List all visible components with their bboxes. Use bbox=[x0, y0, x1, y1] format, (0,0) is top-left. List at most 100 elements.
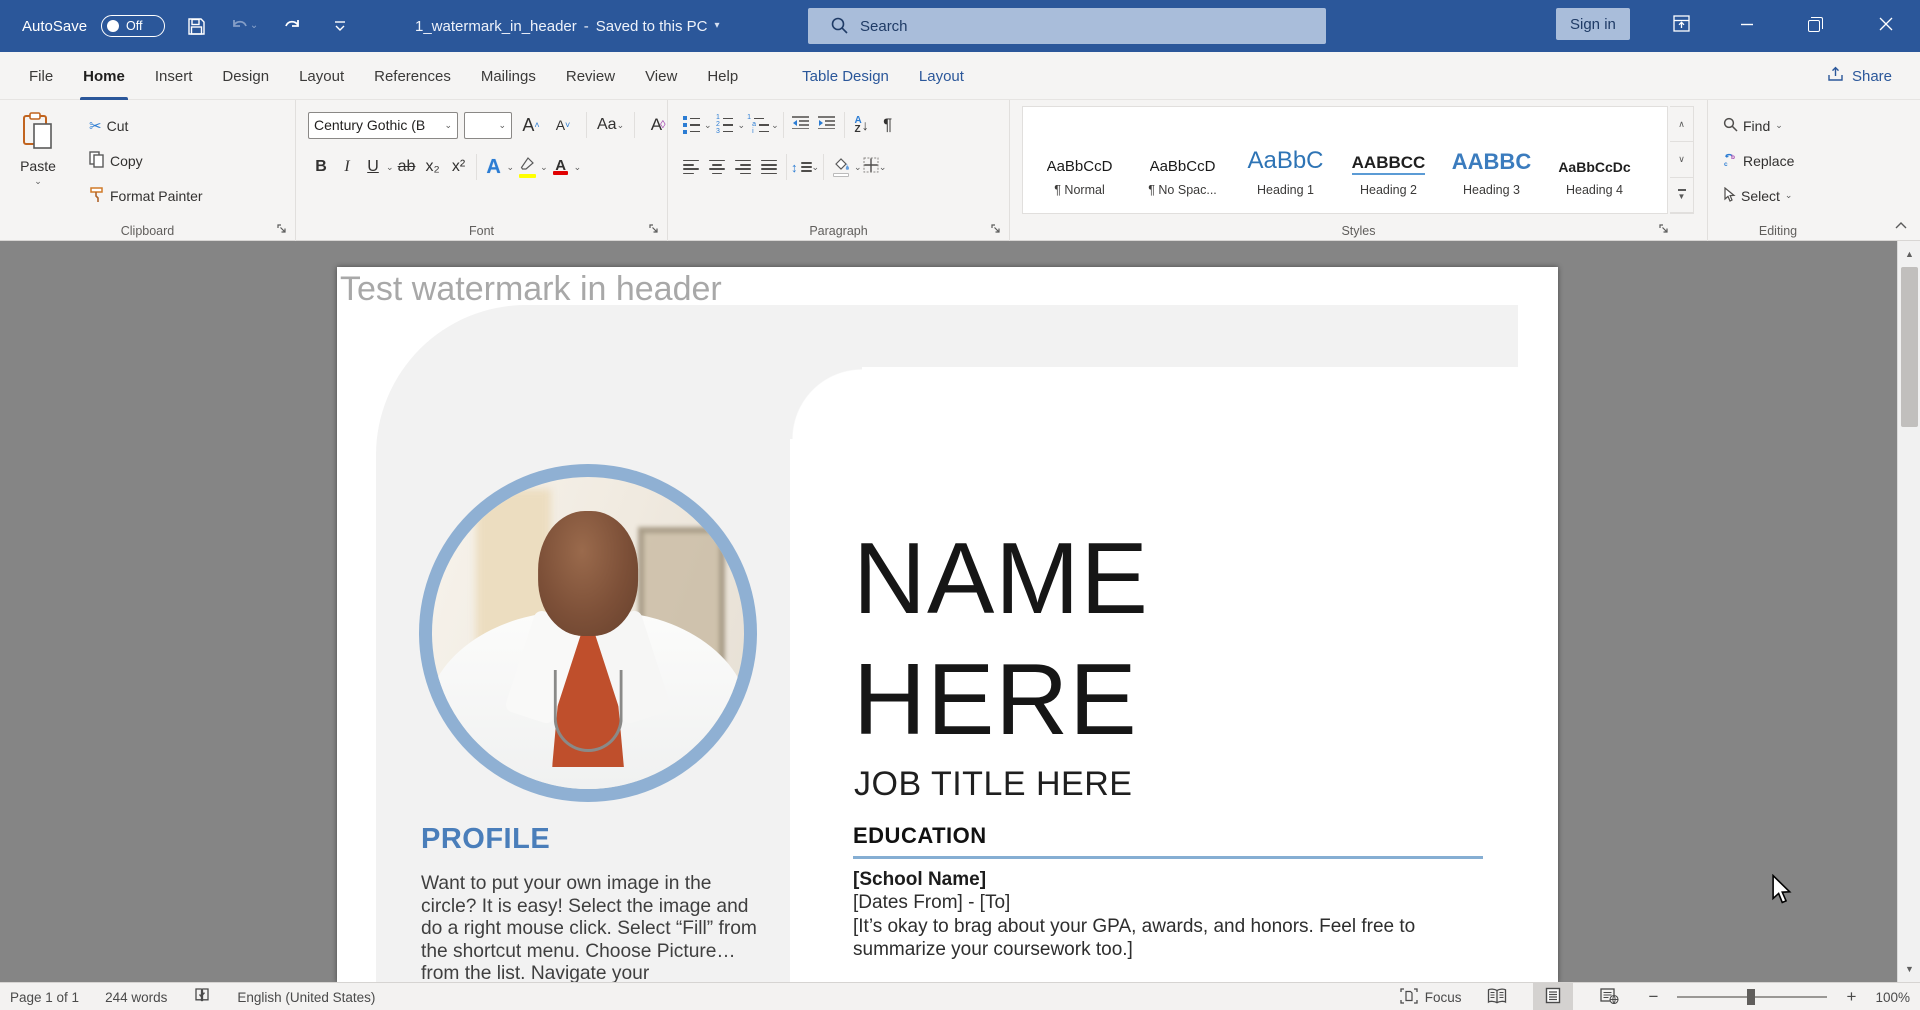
align-right-button[interactable] bbox=[730, 152, 756, 182]
text-effects-dropdown-icon[interactable]: ⌄ bbox=[507, 163, 515, 172]
shading-dropdown-icon[interactable]: ⌄ bbox=[854, 163, 862, 172]
tab-table-layout[interactable]: Layout bbox=[904, 52, 979, 100]
customize-quick-access-button[interactable] bbox=[323, 9, 357, 43]
bold-button[interactable]: B bbox=[308, 152, 334, 182]
search-box[interactable] bbox=[808, 8, 1326, 44]
paragraph-dialog-launcher[interactable] bbox=[989, 222, 1004, 237]
tab-insert[interactable]: Insert bbox=[140, 52, 208, 100]
superscript-button[interactable]: x² bbox=[446, 152, 472, 182]
bullets-dropdown-icon[interactable]: ⌄ bbox=[704, 121, 712, 130]
close-button[interactable] bbox=[1861, 0, 1911, 52]
underline-button[interactable]: U bbox=[360, 152, 386, 182]
styles-scroll-down-button[interactable]: ∨ bbox=[1670, 142, 1693, 177]
sort-button[interactable]: AZ↓ bbox=[849, 110, 875, 140]
styles-more-button[interactable]: ▼ bbox=[1670, 178, 1693, 213]
strikethrough-button[interactable]: ab bbox=[394, 152, 420, 182]
name-heading[interactable]: NAME HERE bbox=[853, 519, 1149, 761]
education-dates[interactable]: [Dates From] - [To] bbox=[853, 892, 1010, 914]
sign-in-button[interactable]: Sign in bbox=[1556, 8, 1630, 40]
text-effects-button[interactable]: A bbox=[481, 152, 507, 182]
shading-button[interactable] bbox=[828, 152, 854, 182]
focus-mode-button[interactable]: Focus bbox=[1400, 988, 1462, 1007]
copy-button[interactable]: Copy bbox=[84, 143, 208, 178]
bullets-button[interactable] bbox=[678, 110, 704, 140]
justify-button[interactable] bbox=[756, 152, 782, 182]
font-name-combo[interactable]: Century Gothic (B ⌄ bbox=[308, 112, 458, 139]
document-title[interactable]: 1_watermark_in_header - Saved to this PC… bbox=[415, 0, 720, 52]
ribbon-display-options-button[interactable] bbox=[1656, 0, 1706, 52]
tab-home[interactable]: Home bbox=[68, 52, 140, 100]
print-layout-button[interactable] bbox=[1533, 983, 1573, 1010]
tab-mailings[interactable]: Mailings bbox=[466, 52, 551, 100]
style-no-spacing[interactable]: AaBbCcD ¶ No Spac... bbox=[1132, 113, 1233, 205]
zoom-in-button[interactable]: + bbox=[1843, 987, 1859, 1007]
zoom-out-button[interactable]: − bbox=[1645, 987, 1661, 1007]
collapse-ribbon-button[interactable] bbox=[1890, 216, 1912, 234]
multilevel-list-button[interactable]: 1ai bbox=[745, 110, 771, 140]
italic-button[interactable]: I bbox=[334, 152, 360, 182]
header-watermark-text[interactable]: Test watermark in header bbox=[340, 270, 722, 309]
increase-indent-button[interactable] bbox=[814, 110, 840, 140]
tab-review[interactable]: Review bbox=[551, 52, 630, 100]
style-heading-4[interactable]: AaBbCcDc Heading 4 bbox=[1544, 113, 1645, 205]
multilevel-dropdown-icon[interactable]: ⌄ bbox=[771, 121, 779, 130]
page-indicator[interactable]: Page 1 of 1 bbox=[10, 990, 79, 1005]
styles-dialog-launcher[interactable] bbox=[1657, 222, 1672, 237]
style-heading-2[interactable]: AABBCC Heading 2 bbox=[1338, 113, 1439, 205]
scrollbar-thumb[interactable] bbox=[1901, 267, 1918, 427]
shrink-font-button[interactable]: A˅ bbox=[550, 110, 576, 140]
document-page[interactable]: Test watermark in header PROFILE Want to… bbox=[337, 267, 1558, 982]
format-painter-button[interactable]: Format Painter bbox=[84, 178, 208, 213]
profile-photo[interactable] bbox=[419, 464, 757, 802]
vertical-scrollbar[interactable]: ▲ ▼ bbox=[1897, 241, 1920, 982]
change-case-button[interactable]: Aa⌄ bbox=[597, 110, 624, 140]
education-body-text[interactable]: [It’s okay to brag about your GPA, award… bbox=[853, 915, 1478, 961]
save-button[interactable] bbox=[179, 9, 213, 43]
subscript-button[interactable]: x₂ bbox=[420, 152, 446, 182]
read-mode-button[interactable] bbox=[1477, 983, 1517, 1010]
tab-references[interactable]: References bbox=[359, 52, 466, 100]
align-left-button[interactable] bbox=[678, 152, 704, 182]
tab-table-design[interactable]: Table Design bbox=[787, 52, 904, 100]
font-size-combo[interactable]: ⌄ bbox=[464, 112, 512, 139]
education-school[interactable]: [School Name] bbox=[853, 869, 986, 891]
decrease-indent-button[interactable] bbox=[788, 110, 814, 140]
replace-button[interactable]: bc Replace bbox=[1718, 143, 1799, 178]
numbering-dropdown-icon[interactable]: ⌄ bbox=[738, 121, 746, 130]
search-input[interactable] bbox=[860, 18, 1240, 35]
highlight-button[interactable] bbox=[514, 152, 540, 182]
grow-font-button[interactable]: A˄ bbox=[518, 110, 544, 140]
numbering-button[interactable]: 123 bbox=[712, 110, 738, 140]
cut-button[interactable]: ✂ Cut bbox=[84, 108, 208, 143]
profile-heading[interactable]: PROFILE bbox=[421, 823, 550, 856]
profile-body-text[interactable]: Want to put your own image in the circle… bbox=[421, 873, 769, 982]
font-color-button[interactable]: A bbox=[548, 152, 574, 182]
zoom-slider[interactable] bbox=[1677, 996, 1827, 998]
share-button[interactable]: Share bbox=[1827, 52, 1892, 100]
paste-button[interactable]: Paste ⌄ bbox=[10, 108, 66, 214]
language-indicator[interactable]: English (United States) bbox=[237, 990, 375, 1005]
underline-dropdown-icon[interactable]: ⌄ bbox=[386, 163, 394, 172]
job-title-text[interactable]: JOB TITLE HERE bbox=[854, 765, 1132, 804]
tab-view[interactable]: View bbox=[630, 52, 692, 100]
clipboard-dialog-launcher[interactable] bbox=[275, 222, 290, 237]
web-layout-button[interactable] bbox=[1589, 983, 1629, 1010]
education-heading[interactable]: EDUCATION bbox=[853, 823, 987, 849]
undo-button[interactable]: ⌄ bbox=[227, 9, 261, 43]
font-dialog-launcher[interactable] bbox=[647, 222, 662, 237]
select-button[interactable]: Select ⌄ bbox=[1718, 178, 1799, 213]
tab-design[interactable]: Design bbox=[207, 52, 284, 100]
line-spacing-button[interactable]: ↕ ⌄ bbox=[791, 152, 819, 182]
styles-scroll-up-button[interactable]: ∧ bbox=[1670, 107, 1693, 142]
autosave-toggle[interactable]: Off bbox=[101, 15, 165, 37]
tab-help[interactable]: Help bbox=[692, 52, 753, 100]
redo-button[interactable] bbox=[275, 9, 309, 43]
highlight-dropdown-icon[interactable]: ⌄ bbox=[540, 163, 548, 172]
minimize-button[interactable] bbox=[1722, 0, 1772, 52]
style-heading-3[interactable]: AABBC Heading 3 bbox=[1441, 113, 1542, 205]
style-heading-1[interactable]: AaBbC Heading 1 bbox=[1235, 113, 1336, 205]
word-count[interactable]: 244 words bbox=[105, 990, 167, 1005]
tab-file[interactable]: File bbox=[14, 52, 68, 100]
restore-button[interactable] bbox=[1789, 0, 1839, 52]
borders-button[interactable]: ⌄ bbox=[862, 152, 888, 182]
